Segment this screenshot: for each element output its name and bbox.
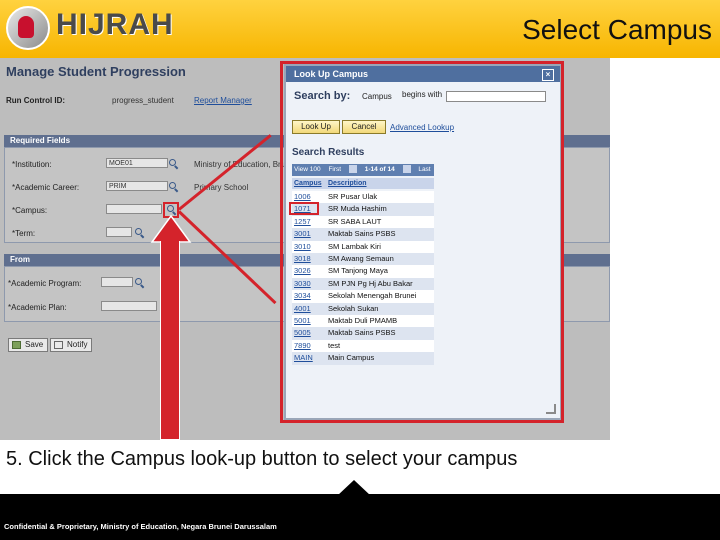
instruction-text: 5. Click the Campus look-up button to se… [6,448,518,470]
run-control-label: Run Control ID: [6,96,66,105]
run-control-value: progress_student [112,96,174,105]
notify-button-label: Notify [67,340,88,349]
campus-label: *Campus: [12,206,48,215]
term-field[interactable] [106,227,132,237]
logo-text: HIJRAH [56,8,174,41]
academic-plan-label: *Academic Plan: [8,303,67,312]
hijrah-logo: HIJRAH [2,2,173,54]
academic-career-label: *Academic Career: [12,183,80,192]
academic-program-field[interactable] [101,277,133,287]
academic-career-field[interactable]: PRIM [106,181,168,191]
emblem-icon [6,6,50,50]
up-arrow-shaft [160,241,180,440]
save-button-label: Save [25,340,44,349]
academic-plan-field[interactable] [101,301,157,311]
academic-program-label: *Academic Program: [8,279,82,288]
notify-button[interactable]: Notify [50,338,93,352]
notify-icon [54,341,63,349]
institution-label: *Institution: [12,160,52,169]
annotation-campus-code-highlight [289,202,319,215]
term-label: *Term: [12,229,36,238]
report-manager-link[interactable]: Report Manager [194,96,252,105]
institution-lookup-icon[interactable] [168,158,179,169]
term-lookup-icon[interactable] [134,227,145,238]
footer-text: Confidential & Proprietary, Ministry of … [4,522,277,531]
save-button[interactable]: Save [8,338,49,352]
app-screenshot: Manage Student Progression Run Control I… [0,58,610,440]
academic-career-lookup-icon[interactable] [168,181,179,192]
save-icon [12,341,21,349]
annotation-popup-highlight [280,61,564,423]
institution-field[interactable]: MOE01 [106,158,168,168]
campus-field[interactable] [106,204,162,214]
slide-footer [0,494,720,540]
academic-program-lookup-icon[interactable] [134,277,145,288]
up-arrow-icon [150,214,192,243]
page-title: Manage Student Progression [6,64,186,79]
slide-header: HIJRAH Select Campus [0,0,720,58]
slide-title: Select Campus [522,14,712,45]
